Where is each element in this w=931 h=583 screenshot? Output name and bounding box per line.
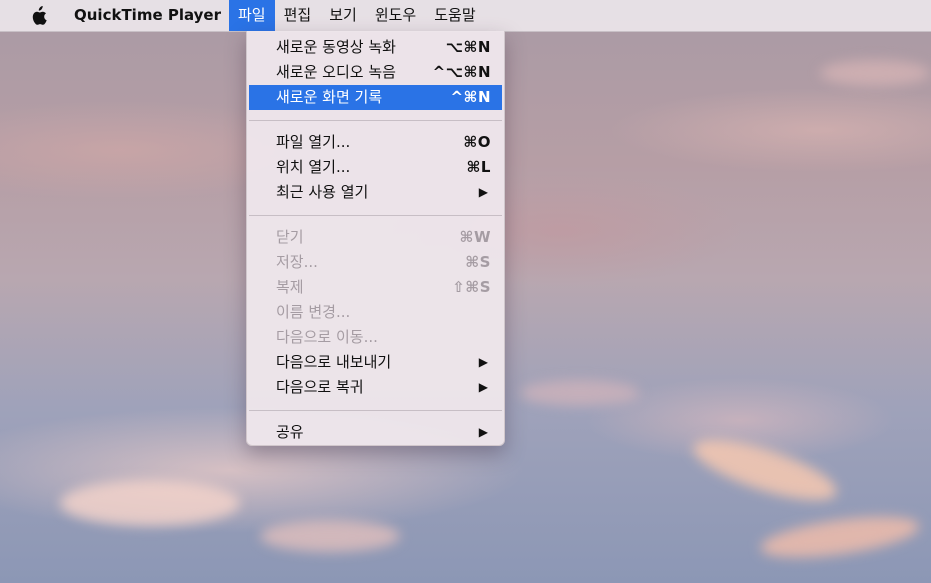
cloud — [687, 427, 843, 513]
submenu-arrow-icon: ▶ — [478, 425, 488, 439]
menu-item-label: 저장... — [276, 253, 318, 271]
menubar-edit[interactable]: 편집 — [275, 0, 321, 31]
menu-item-shortcut: ⇧⌘S — [452, 278, 491, 296]
apple-logo-glyph — [32, 5, 47, 25]
cloud — [758, 509, 922, 565]
menu-item-new-movie-recording[interactable]: 새로운 동영상 녹화 ⌥⌘N — [247, 35, 504, 60]
menu-separator — [249, 215, 502, 216]
menu-item-open-location[interactable]: 위치 열기... ⌘L — [247, 155, 504, 180]
menu-item-label: 공유 — [276, 423, 304, 441]
menu-item-label: 다음으로 이동... — [276, 328, 378, 346]
menu-item-shortcut: ⌘W — [459, 228, 491, 246]
submenu-arrow-icon: ▶ — [478, 185, 488, 199]
menu-item-label: 이름 변경... — [276, 303, 351, 321]
menubar-file[interactable]: 파일 — [228, 0, 275, 31]
menu-item-duplicate: 복제 ⇧⌘S — [247, 275, 504, 300]
menu-item-label: 위치 열기... — [276, 158, 351, 176]
menu-item-shortcut: ^⌘N — [450, 88, 491, 106]
menu-item-label: 새로운 화면 기록 — [276, 88, 383, 106]
menu-item-export-as[interactable]: 다음으로 내보내기 ▶ — [247, 350, 504, 375]
menubar-window[interactable]: 윈도우 — [366, 0, 425, 31]
menu-item-shortcut: ⌥⌘N — [445, 38, 491, 56]
menu-item-label: 새로운 동영상 녹화 — [276, 38, 396, 56]
menu-item-open-file[interactable]: 파일 열기... ⌘O — [247, 130, 504, 155]
menu-item-label: 닫기 — [276, 228, 304, 246]
menu-item-revert-to[interactable]: 다음으로 복귀 ▶ — [247, 375, 504, 400]
menu-item-move-to: 다음으로 이동... — [247, 325, 504, 350]
apple-logo-icon[interactable] — [24, 5, 52, 27]
menubar-view[interactable]: 보기 — [320, 0, 366, 31]
menu-item-label: 복제 — [276, 278, 304, 296]
menu-item-label: 파일 열기... — [276, 133, 351, 151]
menu-separator — [249, 120, 502, 121]
menu-item-new-screen-recording[interactable]: 새로운 화면 기록 ^⌘N — [249, 85, 502, 110]
menu-item-open-recent[interactable]: 최근 사용 열기 ▶ — [247, 180, 504, 205]
menu-item-label: 다음으로 복귀 — [276, 378, 364, 396]
file-menu-dropdown: 새로운 동영상 녹화 ⌥⌘N 새로운 오디오 녹음 ^⌥⌘N 새로운 화면 기록… — [246, 31, 505, 446]
menu-item-shortcut: ⌘O — [463, 133, 491, 151]
menubar-help[interactable]: 도움말 — [425, 0, 484, 31]
menu-item-shortcut: ⌘L — [466, 158, 491, 176]
menu-item-new-audio-recording[interactable]: 새로운 오디오 녹음 ^⌥⌘N — [247, 60, 504, 85]
submenu-arrow-icon: ▶ — [478, 355, 488, 369]
submenu-arrow-icon: ▶ — [478, 380, 488, 394]
menu-item-rename: 이름 변경... — [247, 300, 504, 325]
menu-item-label: 새로운 오디오 녹음 — [276, 63, 396, 81]
menu-bar: QuickTime Player 파일 편집 보기 윈도우 도움말 — [0, 0, 931, 32]
menu-item-save: 저장... ⌘S — [247, 250, 504, 275]
menubar-app-name[interactable]: QuickTime Player — [66, 0, 229, 31]
cloud — [260, 520, 400, 552]
menu-item-share[interactable]: 공유 ▶ — [247, 420, 504, 445]
menu-item-label: 최근 사용 열기 — [276, 183, 369, 201]
cloud — [820, 60, 930, 86]
menu-item-shortcut: ^⌥⌘N — [432, 63, 491, 81]
menu-item-shortcut: ⌘S — [465, 253, 491, 271]
menu-item-label: 다음으로 내보내기 — [276, 353, 392, 371]
menu-item-close: 닫기 ⌘W — [247, 225, 504, 250]
cloud — [60, 480, 240, 526]
menu-separator — [249, 410, 502, 411]
cloud — [520, 380, 640, 406]
